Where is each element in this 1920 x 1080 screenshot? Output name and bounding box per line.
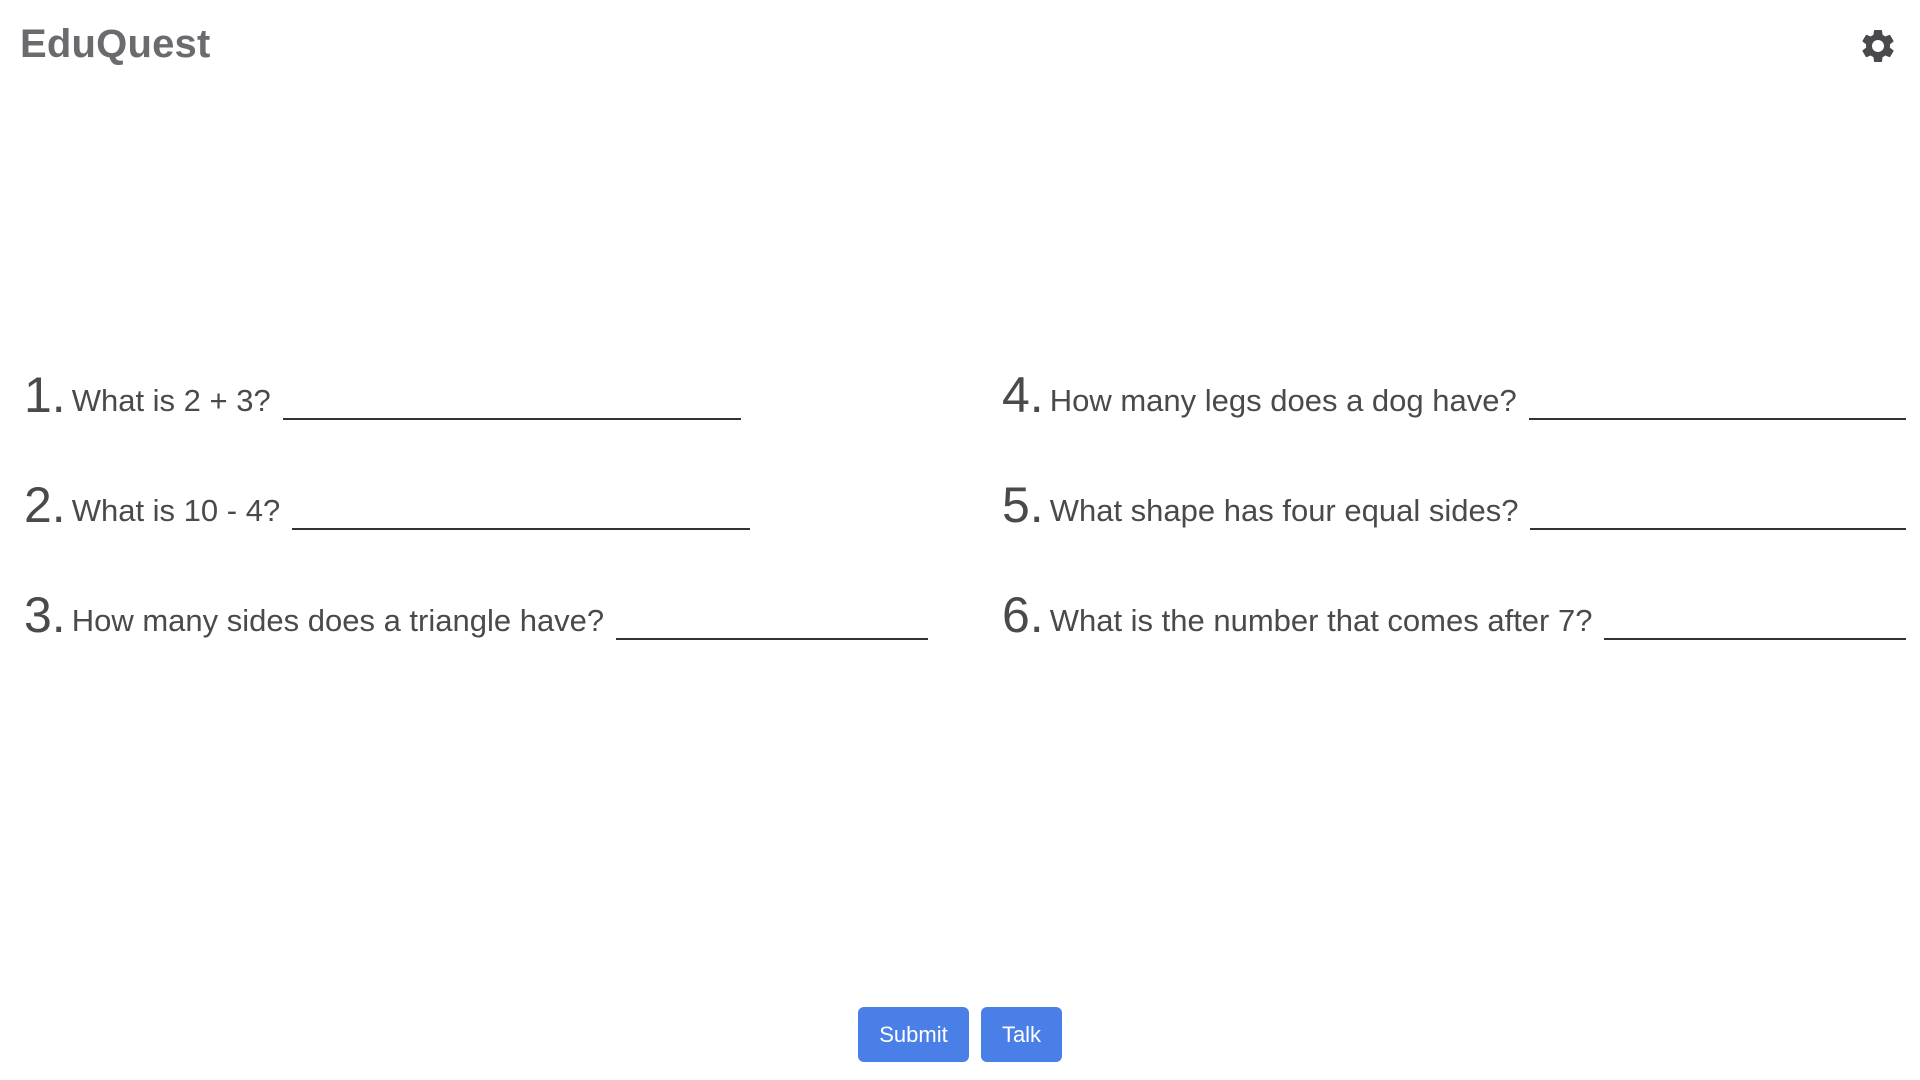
answer-input-1[interactable] [282,382,741,420]
question-5: 5. What shape has four equal sides? [1002,470,1906,530]
questions-left-column: 1. What is 2 + 3? 2. What is 10 - 4? 3. … [24,360,928,690]
question-number: 5. [1002,477,1044,533]
question-number: 6. [1002,587,1044,643]
answer-input-5[interactable] [1530,492,1906,530]
question-text: How many sides does a triangle have? [71,603,605,638]
question-text: What is the number that comes after 7? [1049,603,1593,638]
answer-input-4[interactable] [1528,382,1906,420]
settings-button[interactable] [1854,22,1902,70]
answer-input-2[interactable] [292,492,751,530]
submit-button[interactable]: Submit [858,1007,969,1062]
question-text: How many legs does a dog have? [1049,383,1517,418]
question-text: What shape has four equal sides? [1049,493,1519,528]
app-root: EduQuest 1. What is 2 + 3? 2. What is 10… [0,0,1920,1080]
question-number: 1. [24,367,66,423]
question-6: 6. What is the number that comes after 7… [1002,580,1906,640]
question-2: 2. What is 10 - 4? [24,470,928,530]
question-3: 3. How many sides does a triangle have? [24,580,928,640]
answer-input-6[interactable] [1604,602,1906,640]
gear-icon [1858,26,1898,66]
action-bar: Submit Talk [0,1007,1920,1062]
question-number: 2. [24,477,66,533]
question-text: What is 2 + 3? [71,383,271,418]
question-1: 1. What is 2 + 3? [24,360,928,420]
talk-button[interactable]: Talk [981,1007,1062,1062]
question-text: What is 10 - 4? [71,493,281,528]
questions-right-column: 4. How many legs does a dog have? 5. Wha… [1002,360,1906,690]
question-number: 4. [1002,367,1044,423]
question-number: 3. [24,587,66,643]
answer-input-3[interactable] [616,602,928,640]
app-title: EduQuest [20,22,211,66]
question-4: 4. How many legs does a dog have? [1002,360,1906,420]
